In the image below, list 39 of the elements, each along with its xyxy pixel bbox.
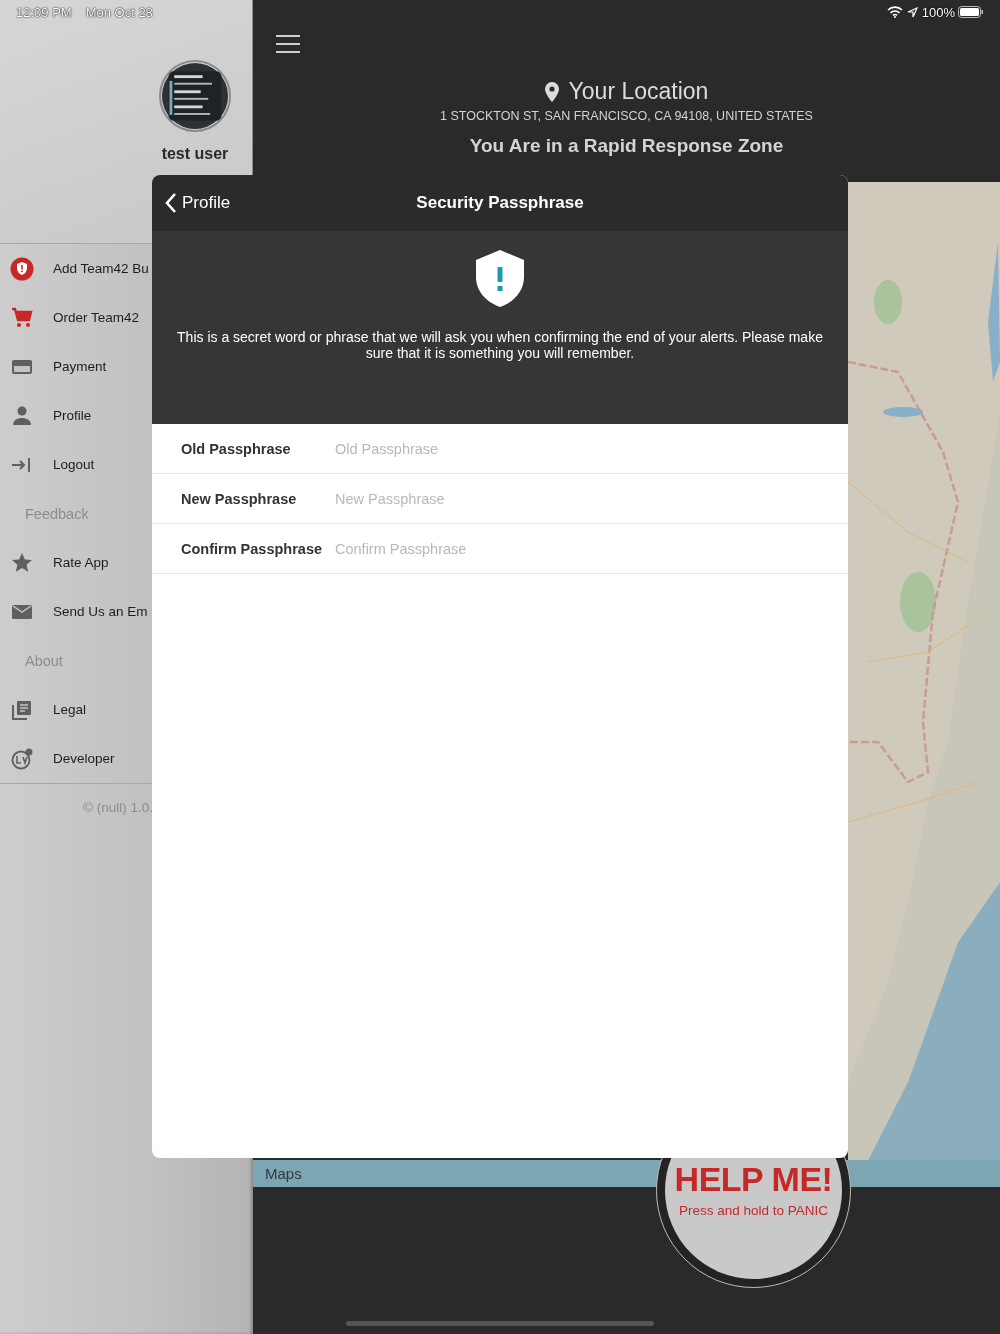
shield-icon bbox=[10, 256, 34, 281]
field-label: New Passphrase bbox=[181, 490, 298, 507]
menu-item[interactable]: Payment bbox=[53, 359, 107, 374]
menu-item[interactable]: Add Team42 Bu bbox=[53, 261, 149, 276]
status-date: Mon Oct 28 bbox=[85, 4, 153, 20]
location-pin-icon bbox=[544, 81, 559, 102]
zone-status: You Are in a Rapid Response Zone bbox=[469, 135, 784, 157]
location-arrow-icon bbox=[906, 6, 918, 18]
passphrase-field[interactable]: Confirm Passphrase bbox=[335, 540, 735, 557]
menu-icon[interactable] bbox=[276, 35, 300, 53]
map-attribution: Maps bbox=[265, 1165, 302, 1182]
passphrase-field[interactable]: New Passphrase bbox=[335, 490, 735, 507]
menu-item[interactable]: Rate App bbox=[53, 555, 109, 570]
menu-item[interactable]: Legal bbox=[53, 702, 87, 717]
field-label: Old Passphrase bbox=[181, 440, 292, 457]
menu-item[interactable]: Send Us an Em bbox=[53, 604, 148, 619]
battery-icon bbox=[958, 6, 984, 18]
menu-item[interactable]: Developer bbox=[53, 751, 115, 766]
dialog-title: Security Passphrase bbox=[416, 193, 584, 213]
section-header: Feedback bbox=[25, 504, 89, 524]
cart-icon bbox=[10, 305, 34, 330]
passphrase-field[interactable]: Old Passphrase bbox=[335, 440, 735, 457]
section-header: About bbox=[25, 651, 63, 671]
menu-item[interactable]: Order Team42 bbox=[53, 310, 140, 325]
developer-badge-icon bbox=[10, 746, 34, 771]
address: 1 STOCKTON ST, SAN FRANCISCO, CA 94108, UNITED STATES bbox=[440, 109, 813, 123]
chevron-icon bbox=[164, 192, 178, 214]
user-name: test user bbox=[161, 145, 229, 163]
menu-item[interactable]: Profile bbox=[53, 408, 92, 423]
status-time: 12:09 PM bbox=[16, 4, 72, 20]
avatar bbox=[159, 60, 231, 132]
shield-alert-icon bbox=[476, 250, 524, 307]
battery-percent: 100% bbox=[921, 4, 955, 20]
location-title: Your Location bbox=[568, 78, 709, 105]
menu-item[interactable]: Logout bbox=[53, 457, 95, 472]
field-label: Confirm Passphrase bbox=[181, 540, 324, 557]
back-button[interactable]: Profile bbox=[152, 192, 231, 214]
description-text: This is a secret word or phrase that we will ask you when confirming the end of your alerts. Please make sure that it is something you will remember. bbox=[176, 329, 824, 361]
wifi-icon bbox=[886, 6, 903, 18]
